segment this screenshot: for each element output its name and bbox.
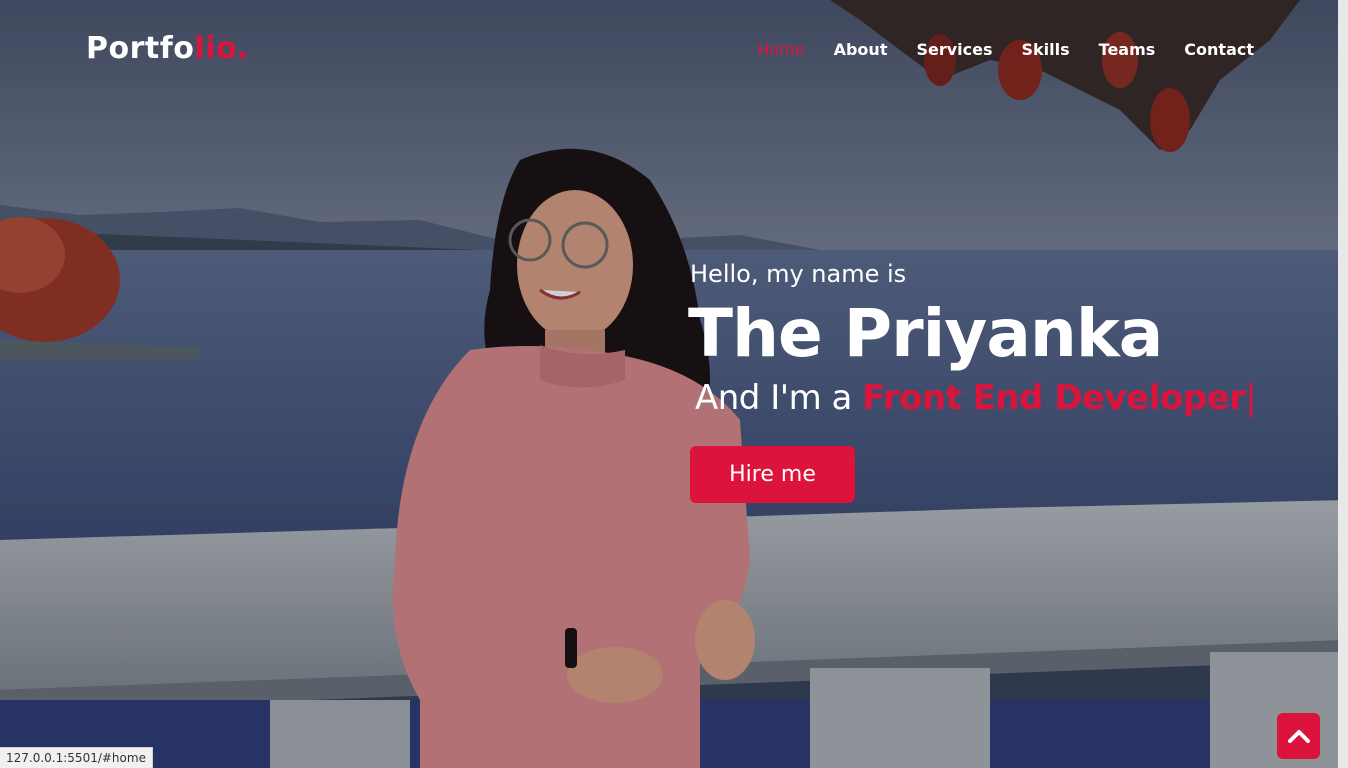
nav-item-services[interactable]: Services [916, 40, 992, 59]
nav-link-services[interactable]: Services [916, 40, 992, 59]
hero-role-typed: Front End Developer [862, 378, 1246, 418]
navbar: Portfolio. Home About Services Skills Te… [0, 0, 1338, 104]
nav-item-contact[interactable]: Contact [1184, 40, 1254, 59]
brand-logo[interactable]: Portfolio. [86, 31, 249, 66]
nav-link-home[interactable]: Home [757, 40, 804, 59]
scroll-up-button[interactable] [1277, 713, 1320, 759]
nav-link-skills[interactable]: Skills [1022, 40, 1070, 59]
hero-role-line: And I'm a Front End Developer| [695, 376, 1330, 420]
hero-content: Hello, my name is The Priyanka And I'm a… [688, 256, 1330, 503]
status-bar-url: 127.0.0.1:5501/#home [0, 747, 153, 768]
nav-menu: Home About Services Skills Teams Contact [757, 40, 1254, 59]
brand-logo-accent: lio. [194, 31, 249, 66]
hero-name: The Priyanka [688, 295, 1163, 372]
hire-me-button[interactable]: Hire me [690, 446, 855, 503]
hero-greeting: Hello, my name is [690, 260, 907, 288]
nav-link-about[interactable]: About [834, 40, 888, 59]
hero-role-prefix: And I'm a [695, 378, 863, 418]
brand-logo-main: Portfo [86, 31, 195, 66]
nav-item-teams[interactable]: Teams [1099, 40, 1156, 59]
chevron-up-icon [1287, 730, 1310, 743]
page-scrollbar[interactable] [1338, 0, 1348, 768]
nav-item-skills[interactable]: Skills [1022, 40, 1070, 59]
nav-item-about[interactable]: About [834, 40, 888, 59]
nav-link-contact[interactable]: Contact [1184, 40, 1254, 59]
nav-item-home[interactable]: Home [757, 40, 804, 59]
typing-cursor: | [1245, 378, 1257, 418]
nav-link-teams[interactable]: Teams [1099, 40, 1156, 59]
